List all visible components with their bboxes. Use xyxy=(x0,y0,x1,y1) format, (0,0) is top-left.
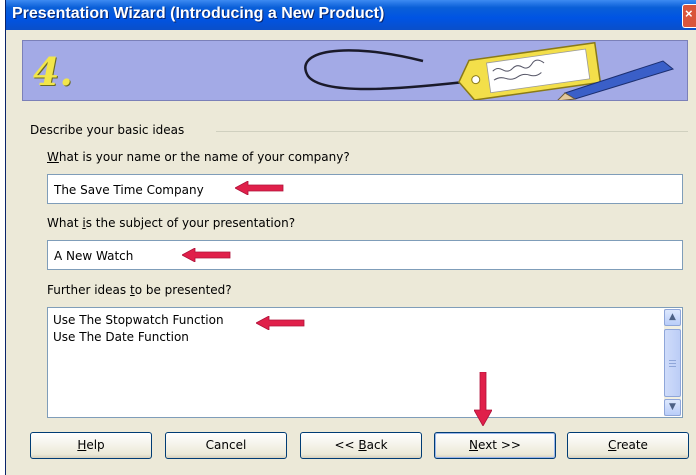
name-label-accel: W xyxy=(47,150,59,164)
subject-label-prefix: What xyxy=(47,216,83,230)
scroll-up-icon[interactable]: ▲ xyxy=(664,309,681,326)
annotation-arrow-icon xyxy=(235,181,284,195)
name-label-rest: hat is your name or the name of your com… xyxy=(58,150,350,164)
name-field-label: What is your name or the name of your co… xyxy=(47,150,350,164)
group-label: Describe your basic ideas xyxy=(30,123,185,137)
close-button[interactable]: × xyxy=(682,4,696,28)
vertical-scrollbar[interactable]: ▲ ▼ xyxy=(664,309,681,416)
next-button[interactable]: Next >> xyxy=(434,432,556,459)
annotation-arrow-icon xyxy=(256,316,305,330)
back-prefix: << xyxy=(334,438,359,452)
thumb-grip xyxy=(669,363,676,364)
back-accel: B xyxy=(358,438,367,452)
help-button[interactable]: Help xyxy=(30,432,152,459)
ideas-line: Use The Stopwatch Function xyxy=(53,313,224,327)
next-accel: N xyxy=(469,438,479,452)
cancel-button[interactable]: Cancel xyxy=(165,432,287,459)
create-button[interactable]: Create xyxy=(567,432,689,459)
ideas-textarea[interactable]: Use The Stopwatch Function Use The Date … xyxy=(47,307,683,418)
scroll-down-icon[interactable]: ▼ xyxy=(664,399,681,416)
back-button[interactable]: << Back xyxy=(300,432,422,459)
ideas-line: Use The Date Function xyxy=(53,330,189,344)
help-rest: elp xyxy=(86,438,105,452)
title-bar[interactable]: Presentation Wizard (Introducing a New P… xyxy=(6,0,696,30)
window-title: Presentation Wizard (Introducing a New P… xyxy=(12,5,385,22)
group-divider xyxy=(216,131,688,132)
tag-illustration xyxy=(304,41,675,100)
annotation-arrow-icon xyxy=(474,372,492,426)
close-icon: × xyxy=(685,6,693,21)
thumb-grip xyxy=(669,360,676,361)
back-rest: ack xyxy=(366,438,388,452)
ideas-field-label: Further ideas to be presented? xyxy=(47,283,232,297)
annotation-arrow-icon xyxy=(182,248,231,262)
step-banner: 4. xyxy=(22,40,688,101)
name-input[interactable]: The Save Time Company xyxy=(47,174,683,204)
subject-label-rest: s the subject of your presentation? xyxy=(85,216,296,230)
next-rest: ext >> xyxy=(478,438,521,452)
subject-field-label: What is the subject of your presentation… xyxy=(47,216,295,230)
help-accel: H xyxy=(77,438,87,452)
ideas-label-rest: o be presented? xyxy=(134,283,232,297)
create-rest: reate xyxy=(616,438,648,452)
subject-input[interactable]: A New Watch xyxy=(47,240,683,270)
ideas-label-prefix: Further ideas xyxy=(47,283,130,297)
scroll-thumb[interactable] xyxy=(664,329,681,397)
thumb-grip xyxy=(669,366,676,367)
wizard-window: Presentation Wizard (Introducing a New P… xyxy=(5,0,696,475)
